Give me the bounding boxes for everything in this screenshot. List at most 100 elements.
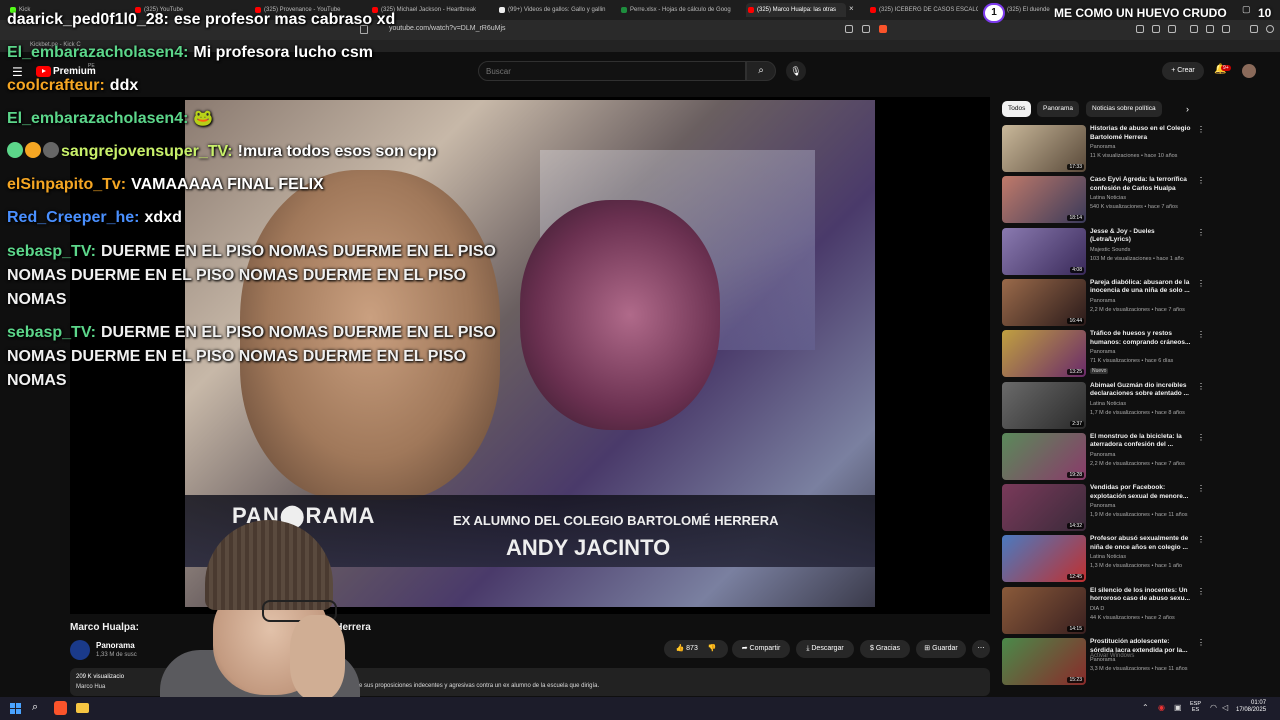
search-button[interactable]: ⌕	[746, 61, 776, 81]
taskbar-search-icon[interactable]: ⌕	[32, 701, 38, 714]
video-thumbnail[interactable]: 15:23	[1002, 638, 1086, 685]
brave-shield-icon[interactable]	[879, 25, 887, 33]
chevron-right-icon[interactable]: ›	[1186, 104, 1189, 114]
recommendation-title[interactable]: El silencio de los inocentes: Un horroro…	[1090, 587, 1194, 604]
browser-tab[interactable]: Perre.xlsx - Hojas de cálculo de Goog	[619, 3, 739, 17]
recommendation-channel[interactable]: Latina Noticias	[1090, 554, 1126, 560]
recommendation-title[interactable]: Abimael Guzmán dio increíbles declaracio…	[1090, 382, 1194, 399]
more-options-icon[interactable]: ⋮	[1197, 535, 1205, 544]
recommendation-item[interactable]: 4:08 Jesse & Joy - Dueles (Letra/Lyrics) M…	[1002, 227, 1205, 276]
save-button[interactable]: ⊞ Guardar	[916, 640, 966, 658]
video-thumbnail[interactable]: 14:15	[1002, 586, 1086, 634]
close-tab-icon[interactable]: ×	[849, 4, 854, 13]
video-thumbnail[interactable]: 19:28	[1002, 432, 1086, 480]
recommendation-item[interactable]: 15:23 Prostitución adolescente: sórdida l…	[1002, 638, 1205, 686]
maximize-icon[interactable]: ▢	[1242, 4, 1251, 15]
create-button[interactable]: + Crear	[1162, 62, 1204, 80]
share-icon[interactable]	[862, 25, 870, 33]
recommendation-title[interactable]: Tráfico de huesos y restos humanos: comp…	[1090, 330, 1194, 347]
more-options-icon[interactable]: ⋮	[1197, 433, 1205, 442]
voice-search-button[interactable]: 🎙	[786, 61, 806, 81]
recommendation-channel[interactable]: Latina Noticias	[1090, 195, 1126, 201]
tray-app-icon[interactable]: ▣	[1174, 703, 1182, 712]
video-thumbnail[interactable]: 4:08	[1002, 227, 1086, 275]
browser-tab[interactable]: (99+) Videos de gallos: Gallo y gallin	[497, 3, 612, 17]
recommendation-item[interactable]: 13:25 Tráfico de huesos y restos humanos:…	[1002, 330, 1205, 378]
recommendation-item[interactable]: 16:44 Pareja diabólica: abusaron de la in…	[1002, 278, 1205, 327]
recommendation-item[interactable]: 2:37 Abimael Guzmán dio increíbles declar…	[1002, 381, 1205, 430]
thanks-button[interactable]: $ Gracias	[860, 640, 910, 658]
tray-chevron-icon[interactable]: ⌃	[1142, 703, 1149, 712]
chip-panorama[interactable]: Panorama	[1037, 101, 1079, 117]
share-button[interactable]: ➦ Compartir	[732, 640, 790, 658]
recommendation-channel[interactable]: Panorama	[1090, 298, 1115, 304]
recommendation-title[interactable]: El monstruo de la bicicleta: la aterrado…	[1090, 433, 1194, 450]
recommendation-channel[interactable]: Panorama	[1090, 144, 1115, 150]
recommendation-title[interactable]: Historias de abuso en el Colegio Bartolo…	[1090, 125, 1194, 142]
video-thumbnail[interactable]: 16:44	[1002, 278, 1086, 326]
video-thumbnail[interactable]: 12:45	[1002, 535, 1086, 583]
recommendation-item[interactable]: 17:33 Historias de abuso en el Colegio Ba…	[1002, 125, 1205, 173]
browser-tab[interactable]: (325) El duende	[996, 3, 1056, 17]
recommendation-item[interactable]: 19:28 El monstruo de la bicicleta: la ate…	[1002, 432, 1205, 481]
windows-start-icon[interactable]	[10, 703, 21, 714]
extension-icon[interactable]	[1152, 25, 1160, 33]
channel-name[interactable]: Panorama	[96, 641, 135, 650]
search-input[interactable]	[486, 65, 736, 77]
wallet-icon[interactable]	[1250, 25, 1258, 33]
wifi-icon[interactable]: ◠	[1210, 703, 1217, 712]
more-options-icon[interactable]: ⋮	[1197, 125, 1205, 134]
recommendation-channel[interactable]: Latina Noticias	[1090, 401, 1126, 407]
tray-app-icon[interactable]: ◉	[1158, 703, 1165, 712]
extension-icon[interactable]	[1168, 25, 1176, 33]
recommendation-channel[interactable]: Majestic Sounds	[1090, 247, 1130, 253]
recommendation-title[interactable]: Caso Eyvi Ágreda: la terrorífica confesi…	[1090, 176, 1194, 193]
recommendation-channel[interactable]: DIA D	[1090, 606, 1104, 612]
more-options-icon[interactable]: ⋮	[1197, 587, 1205, 596]
more-options-icon[interactable]: ⋮	[1197, 484, 1205, 493]
recommendation-channel[interactable]: Panorama	[1090, 452, 1115, 458]
recommendation-item[interactable]: 12:45 Profesor abusó sexualmente de niña …	[1002, 535, 1205, 583]
recommendation-title[interactable]: Jesse & Joy - Dueles (Letra/Lyrics)	[1090, 228, 1194, 245]
browser-tab[interactable]: (325) Marco Hualpa: las otras	[746, 3, 846, 17]
sidebar-icon[interactable]	[1206, 25, 1214, 33]
extension-icon[interactable]	[1222, 25, 1230, 33]
recommendation-channel[interactable]: Panorama	[1090, 349, 1115, 355]
more-actions-button[interactable]: ⋯	[972, 640, 990, 658]
extension-icon[interactable]	[1136, 25, 1144, 33]
chip-todos[interactable]: Todos	[1002, 101, 1032, 117]
language-indicator[interactable]: ESP ES	[1190, 701, 1201, 713]
cast-icon[interactable]	[845, 25, 853, 33]
more-options-icon[interactable]: ⋮	[1197, 176, 1205, 185]
recommendation-channel[interactable]: Panorama	[1090, 503, 1115, 509]
user-avatar[interactable]	[1242, 64, 1256, 78]
url-field[interactable]: youtube.com/watch?v=DLM_rR6uMjs	[389, 25, 506, 32]
recommendation-item[interactable]: 14:32 Vendidas por Facebook: explotación …	[1002, 484, 1205, 532]
brave-browser-icon[interactable]	[54, 701, 67, 715]
video-thumbnail[interactable]: 14:32	[1002, 484, 1086, 532]
more-options-icon[interactable]: ⋮	[1197, 228, 1205, 237]
chip-noticias[interactable]: Noticias sobre política	[1086, 101, 1162, 117]
more-options-icon[interactable]: ⋮	[1197, 638, 1205, 647]
menu-icon[interactable]	[1266, 25, 1274, 33]
file-explorer-icon[interactable]	[76, 703, 89, 713]
music-icon[interactable]	[1190, 25, 1198, 33]
recommendation-item[interactable]: 18:14 Caso Eyvi Ágreda: la terrorífica co…	[1002, 176, 1205, 224]
more-options-icon[interactable]: ⋮	[1197, 330, 1205, 339]
like-button[interactable]: 👍 873 👎	[664, 640, 728, 658]
clock[interactable]: 01:07 17/08/2025	[1236, 700, 1266, 714]
recommendation-item[interactable]: 14:15 El silencio de los inocentes: Un ho…	[1002, 586, 1205, 635]
video-thumbnail[interactable]: 13:25	[1002, 330, 1086, 378]
video-thumbnail[interactable]: 17:33	[1002, 125, 1086, 172]
recommendation-title[interactable]: Vendidas por Facebook: explotación sexua…	[1090, 484, 1194, 501]
recommendation-title[interactable]: Pareja diabólica: abusaron de la inocenc…	[1090, 279, 1194, 296]
video-thumbnail[interactable]: 2:37	[1002, 381, 1086, 429]
channel-avatar[interactable]	[70, 640, 90, 660]
more-options-icon[interactable]: ⋮	[1197, 279, 1205, 288]
recommendation-title[interactable]: Profesor abusó sexualmente de niña de on…	[1090, 535, 1194, 552]
browser-tab[interactable]: (325) ICEBERG DE CASOS ESCALOFR	[868, 3, 978, 17]
video-thumbnail[interactable]: 18:14	[1002, 176, 1086, 224]
more-options-icon[interactable]: ⋮	[1197, 382, 1205, 391]
download-button[interactable]: ⤓ Descargar	[796, 640, 854, 658]
volume-icon[interactable]: ◁	[1222, 703, 1228, 712]
